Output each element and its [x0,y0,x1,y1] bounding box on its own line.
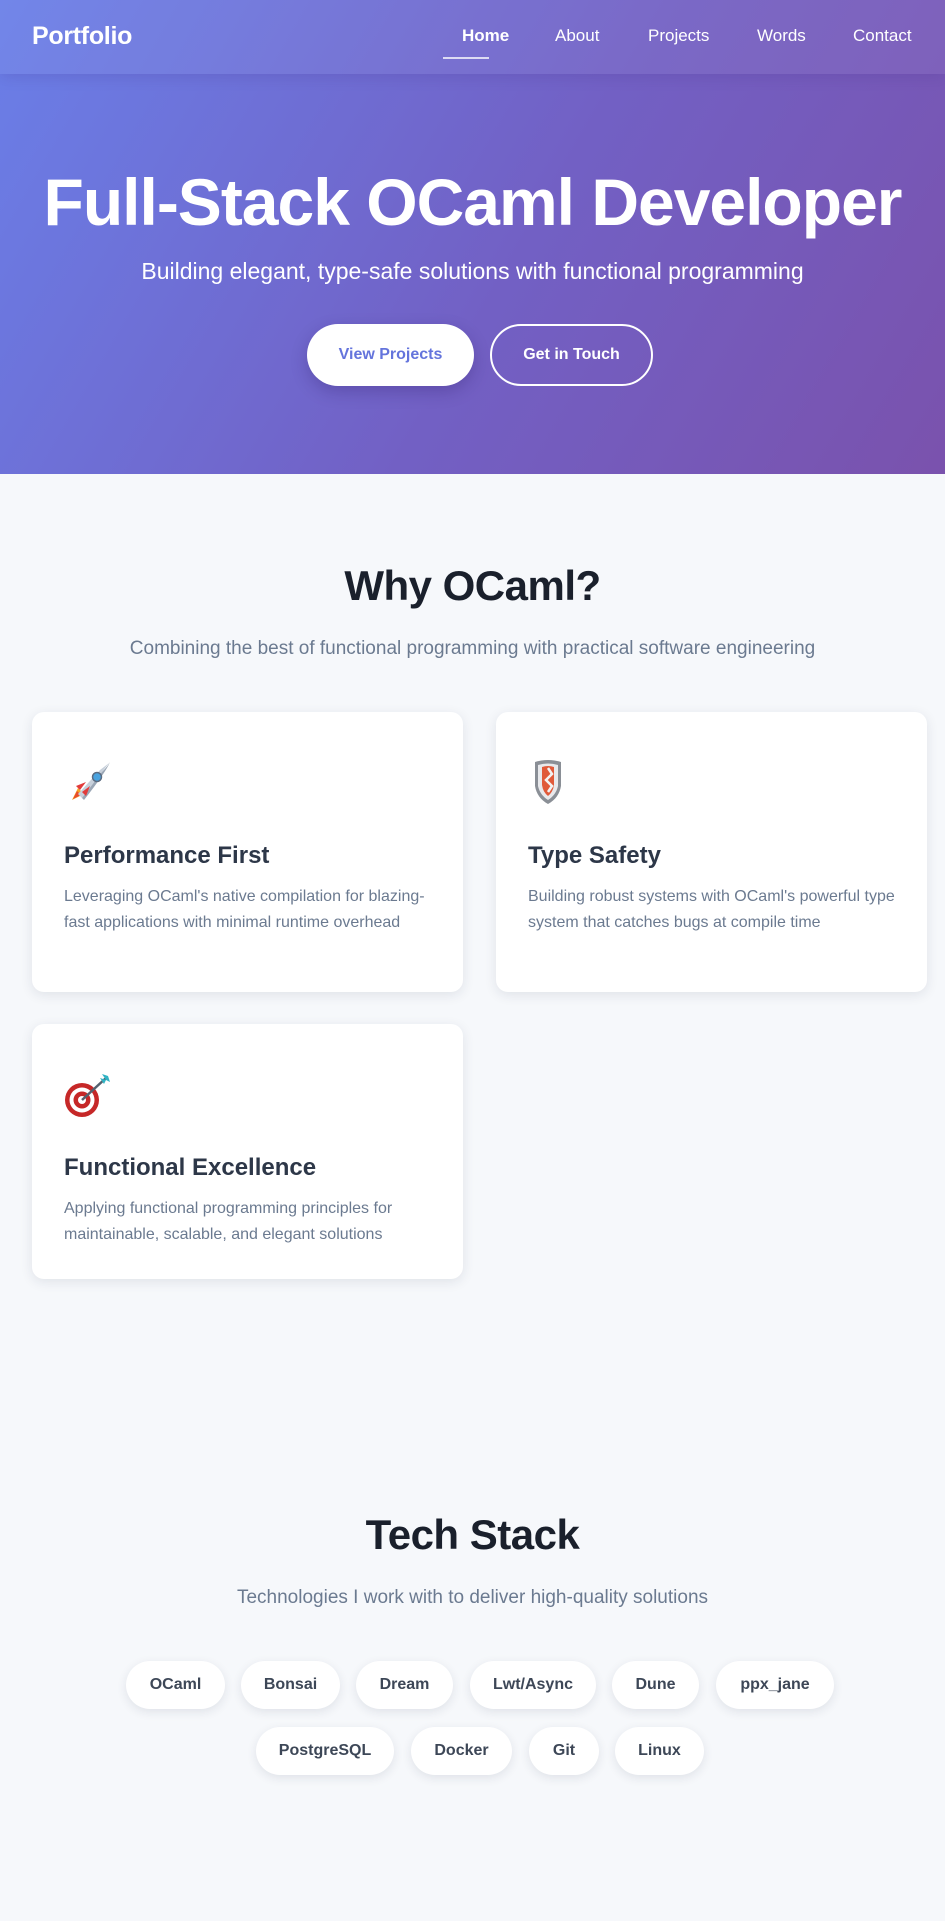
why-section-title: Why OCaml? [344,562,601,609]
feature-card-performance: Performance First Leveraging OCaml's nat… [32,712,463,992]
tech-pill: Docker [411,1727,512,1775]
why-section-subtitle: Combining the best of functional program… [129,638,816,659]
tech-pill: Bonsai [241,1661,340,1709]
feature-card-type-safety: Type Safety Building robust systems with… [496,712,927,992]
tech-pill-row: PostgreSQL Docker Git Linux [0,1727,945,1777]
nav-link-about[interactable]: About [555,26,599,46]
get-in-touch-button[interactable]: Get in Touch [490,324,653,386]
hero-title: Full-Stack OCaml Developer [43,165,903,239]
nav-link-home[interactable]: Home [462,26,509,46]
tech-pill: Dune [612,1661,699,1709]
nav-links: Home About Projects Words Contact [0,26,945,66]
card-title: Type Safety [528,842,661,869]
shield-icon [528,758,578,808]
card-description: Building robust systems with OCaml's pow… [528,888,895,931]
tech-pill-row: OCaml Bonsai Dream Lwt/Async Dune ppx_ja… [0,1661,945,1711]
tech-pill: OCaml [126,1661,225,1709]
card-title: Performance First [64,842,270,869]
tech-section-title: Tech Stack [365,1511,580,1558]
tech-pill: Git [529,1727,599,1775]
tech-pill: Linux [615,1727,704,1775]
hero-section: Portfolio Home About Projects Words Cont… [0,0,945,474]
card-title: Functional Excellence [64,1154,317,1181]
rocket-icon [64,758,114,808]
card-description: Applying functional programming principl… [64,1200,393,1243]
nav-link-contact[interactable]: Contact [853,26,912,46]
card-description: Leveraging OCaml's native compilation fo… [64,888,425,931]
tech-pill: ppx_jane [716,1661,834,1709]
target-icon [64,1070,114,1120]
nav-link-projects[interactable]: Projects [648,26,709,46]
feature-card-functional: Functional Excellence Applying functiona… [32,1024,463,1279]
tech-pill: Lwt/Async [470,1661,596,1709]
tech-section-subtitle: Technologies I work with to deliver high… [236,1587,709,1608]
top-nav: Portfolio Home About Projects Words Cont… [0,0,945,74]
tech-pill: PostgreSQL [256,1727,394,1775]
tech-pill: Dream [356,1661,453,1709]
view-projects-button[interactable]: View Projects [307,324,474,386]
active-nav-indicator [443,57,489,59]
hero-subtitle: Building elegant, type-safe solutions wi… [141,258,804,284]
nav-link-words[interactable]: Words [757,26,806,46]
